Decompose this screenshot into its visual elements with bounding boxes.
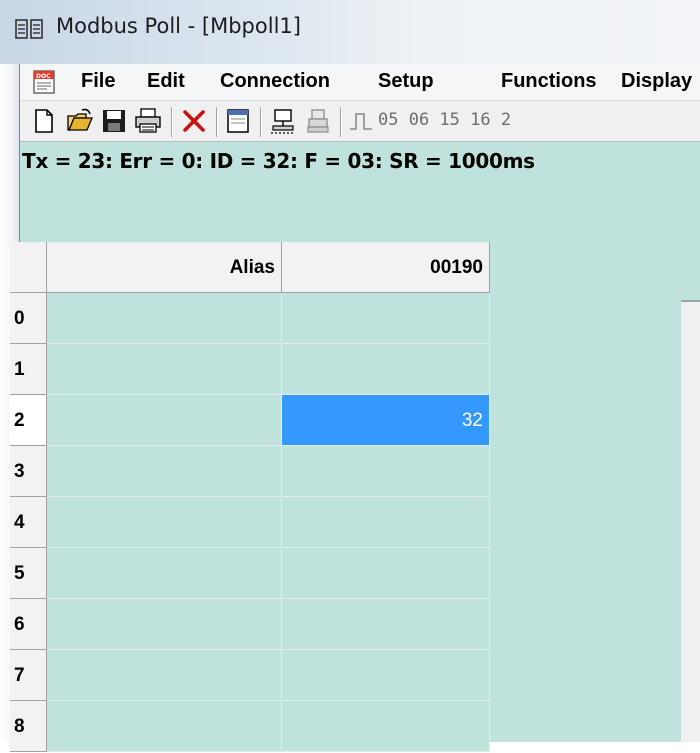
row-header[interactable]: 7: [10, 650, 47, 701]
menu-connection[interactable]: Connection: [220, 70, 330, 93]
disconnect-icon[interactable]: [304, 107, 332, 135]
menu-file[interactable]: File: [81, 70, 115, 93]
window-icon[interactable]: [224, 107, 252, 135]
row-header[interactable]: 5: [10, 548, 47, 599]
column-header-address[interactable]: 00190: [282, 242, 490, 293]
value-cell[interactable]: [282, 599, 490, 650]
alias-cell[interactable]: [47, 599, 282, 650]
menu-edit[interactable]: Edit: [147, 70, 185, 93]
row-header[interactable]: 0: [10, 293, 47, 344]
row-header[interactable]: 8: [10, 701, 47, 752]
value-cell[interactable]: [282, 701, 490, 752]
column-header-alias[interactable]: Alias: [47, 242, 282, 293]
open-folder-icon[interactable]: [66, 107, 94, 135]
selected-value-cell[interactable]: 32: [282, 395, 490, 446]
alias-cell[interactable]: [47, 395, 282, 446]
row-header-current[interactable]: 2: [10, 395, 47, 446]
alias-cell[interactable]: [47, 701, 282, 752]
toolbar-separator: [260, 107, 262, 137]
new-file-icon[interactable]: [30, 107, 58, 135]
row-header[interactable]: 1: [10, 344, 47, 395]
status-text: Tx = 23: Err = 0: ID = 32: F = 03: SR = …: [22, 149, 535, 173]
alias-cell[interactable]: [47, 650, 282, 701]
connect-icon[interactable]: [269, 107, 297, 135]
toolbar-separator: [216, 107, 218, 137]
alias-cell[interactable]: [47, 446, 282, 497]
row-header[interactable]: 4: [10, 497, 47, 548]
value-cell[interactable]: [282, 446, 490, 497]
alias-cell[interactable]: [47, 293, 282, 344]
value-cell[interactable]: [282, 650, 490, 701]
print-icon[interactable]: [134, 107, 162, 135]
window-title: Modbus Poll - [Mbpoll1]: [56, 14, 301, 38]
alias-cell[interactable]: [47, 497, 282, 548]
menu-setup[interactable]: Setup: [378, 70, 434, 93]
app-icon: [15, 19, 43, 39]
row-header[interactable]: 3: [10, 446, 47, 497]
document-icon[interactable]: DOC: [32, 69, 58, 95]
toolbar-separator: [340, 107, 342, 137]
alias-cell[interactable]: [47, 344, 282, 395]
pulse-icon[interactable]: [347, 107, 375, 135]
alias-cell[interactable]: [47, 548, 282, 599]
menu-functions[interactable]: Functions: [501, 70, 597, 93]
value-cell[interactable]: [282, 293, 490, 344]
value-cell[interactable]: [282, 497, 490, 548]
data-grid: Alias 00190 0 1 2 32 3 4 5 6 7 8: [10, 242, 681, 752]
value-cell[interactable]: [282, 344, 490, 395]
title-bar[interactable]: Modbus Poll - [Mbpoll1]: [0, 0, 700, 64]
function-code-buttons[interactable]: 05 06 15 16 2: [378, 110, 511, 130]
delete-icon[interactable]: [180, 107, 208, 135]
toolbar: 05 06 15 16 2: [20, 101, 700, 142]
grid-corner[interactable]: [10, 242, 47, 293]
row-header[interactable]: 6: [10, 599, 47, 650]
toolbar-separator: [171, 107, 173, 137]
svg-text:DOC: DOC: [36, 73, 51, 80]
menu-display[interactable]: Display: [621, 70, 692, 93]
menu-bar: DOC File Edit Connection Setup Functions…: [20, 64, 700, 101]
save-icon[interactable]: [100, 107, 128, 135]
value-cell[interactable]: [282, 548, 490, 599]
